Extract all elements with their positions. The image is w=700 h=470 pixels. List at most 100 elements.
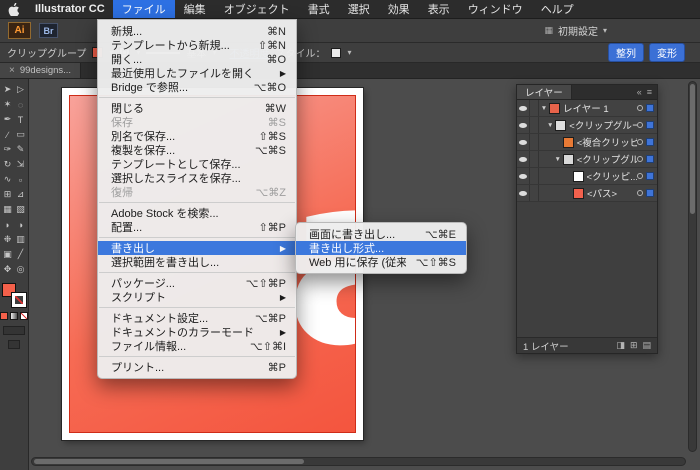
menu-item[interactable]: 開く...⌘O (98, 52, 296, 66)
layer-label[interactable]: <クリップグル... (577, 152, 637, 166)
bridge-launch-button[interactable]: Br (39, 23, 58, 38)
collapse-panel-icon[interactable]: « (637, 87, 642, 97)
lock-cell[interactable] (530, 151, 539, 167)
none-mode-button[interactable] (20, 312, 28, 320)
lock-cell[interactable] (530, 168, 539, 184)
zoom-tool[interactable]: ◎ (14, 262, 27, 277)
lock-cell[interactable] (530, 185, 539, 201)
disclosure-triangle-icon[interactable]: ▼ (553, 156, 563, 163)
workspace-switcher[interactable]: ▦ 初期設定 ▾ (544, 23, 607, 38)
scale-tool[interactable]: ⇲ (14, 157, 27, 172)
selection-indicator[interactable] (646, 172, 654, 180)
menubar-item[interactable]: 効果 (379, 0, 419, 18)
menubar-item[interactable]: オブジェクト (215, 0, 299, 18)
menu-item[interactable]: テンプレートから新規...⇧⌘N (98, 38, 296, 52)
selection-tool[interactable]: ➤ (1, 82, 14, 97)
close-tab-icon[interactable]: × (9, 65, 15, 76)
menu-item[interactable]: スクリプト▶ (98, 290, 296, 304)
menu-item[interactable]: Adobe Stock を検索... (98, 206, 296, 220)
rotate-tool[interactable]: ↻ (1, 157, 14, 172)
target-circle-icon[interactable] (637, 139, 643, 145)
slice-tool[interactable]: ╱ (14, 247, 27, 262)
line-segment-tool[interactable]: ∕ (1, 127, 14, 142)
visibility-eye-icon[interactable] (517, 185, 530, 201)
app-name[interactable]: Illustrator CC (27, 0, 113, 18)
artboard-tool[interactable]: ▣ (1, 247, 14, 262)
menubar-item[interactable]: 表示 (419, 0, 459, 18)
layer-row[interactable]: ▼ <クリップグル... (517, 151, 657, 168)
visibility-eye-icon[interactable] (517, 117, 530, 133)
pencil-tool[interactable]: ✎ (14, 142, 27, 157)
selection-indicator[interactable] (646, 138, 654, 146)
menu-item[interactable]: ドキュメント設定...⌥⌘P (98, 311, 296, 325)
menu-item[interactable]: 複製を保存...⌥⌘S (98, 143, 296, 157)
transform-button[interactable]: 変形 (649, 43, 685, 62)
selection-indicator[interactable] (646, 155, 654, 163)
menu-item[interactable]: 新規...⌘N (98, 24, 296, 38)
layer-label[interactable]: <複合クリッピ... (577, 135, 637, 149)
make-clip-mask-icon[interactable]: ◨ (616, 340, 625, 351)
direct-selection-tool[interactable]: ▷ (14, 82, 27, 97)
document-tab[interactable]: × 99designs... (0, 63, 81, 78)
visibility-eye-icon[interactable] (517, 134, 530, 150)
menubar-item[interactable]: 選択 (339, 0, 379, 18)
blend-tool[interactable]: ◑ (14, 217, 27, 232)
menubar-item[interactable]: 書式 (299, 0, 339, 18)
vertical-scrollbar-thumb[interactable] (690, 84, 695, 214)
selection-indicator[interactable] (646, 189, 654, 197)
menubar-item[interactable]: ファイル (113, 0, 175, 18)
selection-indicator[interactable] (646, 121, 654, 129)
menu-item[interactable]: Bridge で参照...⌥⌘O (98, 80, 296, 94)
horizontal-scrollbar[interactable] (31, 457, 686, 466)
lock-cell[interactable] (530, 100, 539, 116)
shape-builder-tool[interactable]: ⊞ (1, 187, 14, 202)
menu-item[interactable]: 選択範囲を書き出し... (98, 255, 296, 269)
menu-item[interactable]: 最近使用したファイルを開く▶ (98, 66, 296, 80)
screen-mode-button[interactable] (8, 340, 20, 349)
menu-item[interactable]: プリント...⌘P (98, 360, 296, 374)
layer-label[interactable]: <クリップグループ> (569, 118, 637, 132)
disclosure-triangle-icon[interactable]: ▼ (545, 122, 555, 129)
layer-row[interactable]: <パス> (517, 185, 657, 202)
menu-item[interactable]: 閉じる⌘W (98, 101, 296, 115)
new-layer-icon[interactable]: ▤ (642, 340, 651, 351)
panel-menu-icon[interactable]: ≡ (647, 87, 652, 97)
target-circle-icon[interactable] (637, 156, 643, 162)
menu-item[interactable]: ファイル情報...⌥⇧⌘I (98, 339, 296, 353)
magic-wand-tool[interactable]: ✶ (1, 97, 14, 112)
target-circle-icon[interactable] (637, 122, 643, 128)
mesh-tool[interactable]: ▦ (1, 202, 14, 217)
layer-label[interactable]: <クリッピ... (587, 169, 637, 183)
layer-label[interactable]: レイヤー 1 (563, 101, 609, 115)
draw-mode-switcher[interactable] (3, 326, 25, 335)
horizontal-scrollbar-thumb[interactable] (34, 459, 304, 464)
menu-item[interactable]: 選択したスライスを保存... (98, 171, 296, 185)
symbol-sprayer-tool[interactable]: ❉ (1, 232, 14, 247)
layer-label[interactable]: <パス> (587, 186, 617, 200)
hand-tool[interactable]: ✥ (1, 262, 14, 277)
menu-item[interactable]: 画面に書き出し...⌥⌘E (296, 227, 466, 241)
menu-item[interactable]: 配置...⇧⌘P (98, 220, 296, 234)
vertical-scrollbar[interactable] (688, 81, 697, 452)
menu-item[interactable]: 別名で保存...⇧⌘S (98, 129, 296, 143)
lock-cell[interactable] (530, 117, 539, 133)
visibility-eye-icon[interactable] (517, 168, 530, 184)
layer-row[interactable]: ▼レイヤー 1 (517, 100, 657, 117)
eyedropper-tool[interactable]: ◗ (1, 217, 14, 232)
menu-item[interactable]: 書き出し形式... (296, 241, 466, 255)
align-button[interactable]: 整列 (608, 43, 644, 62)
rectangle-tool[interactable]: ▭ (14, 127, 27, 142)
layer-row[interactable]: <複合クリッピ... (517, 134, 657, 151)
lasso-tool[interactable]: ◌ (14, 97, 27, 112)
menubar-item[interactable]: 編集 (175, 0, 215, 18)
menubar-item[interactable]: ウィンドウ (459, 0, 532, 18)
gradient-mode-button[interactable] (10, 312, 18, 320)
color-mode-button[interactable] (0, 312, 8, 320)
menubar-item[interactable]: ヘルプ (532, 0, 583, 18)
menu-item[interactable]: Web 用に保存 (従来)...⌥⇧⌘S (296, 255, 466, 269)
layer-row[interactable]: <クリッピ... (517, 168, 657, 185)
new-sublayer-icon[interactable]: ⊞ (630, 340, 638, 351)
menu-item[interactable]: ドキュメントのカラーモード▶ (98, 325, 296, 339)
type-tool[interactable]: T (14, 112, 27, 127)
column-graph-tool[interactable]: ▥ (14, 232, 27, 247)
